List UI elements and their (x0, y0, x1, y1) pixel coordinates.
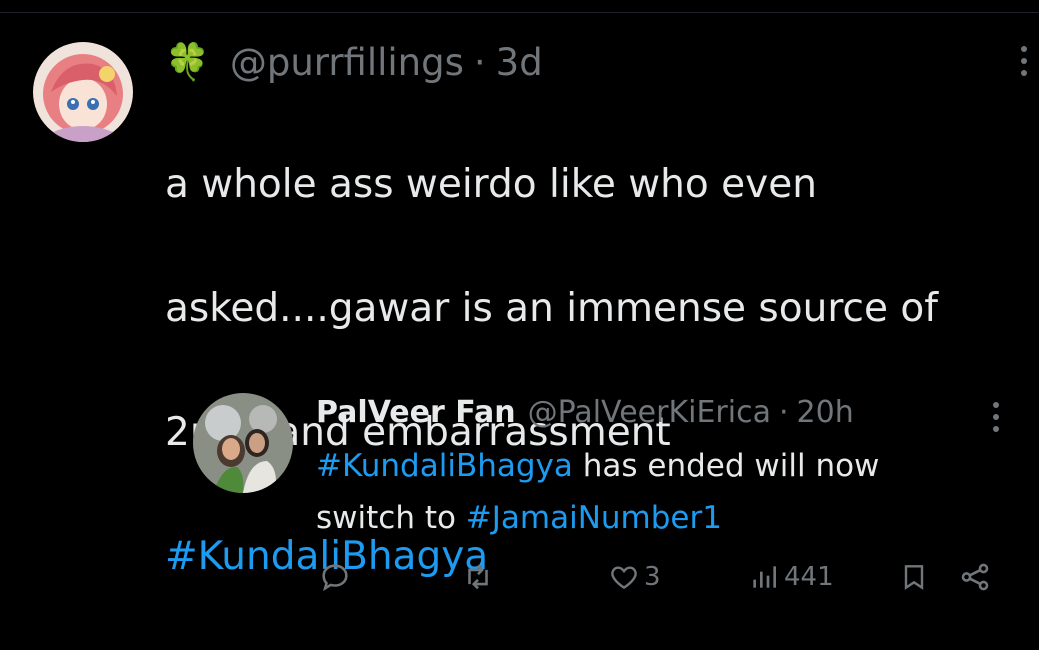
tweet-text-line: a whole ass weirdo like who even (165, 162, 817, 207)
reply-more-options-icon[interactable] (993, 402, 999, 432)
views-button[interactable]: 441 (748, 561, 834, 593)
separator: · (778, 394, 789, 430)
share-button[interactable] (958, 560, 992, 594)
tweet-text-line: asked....gawar is an immense source of (165, 286, 938, 331)
user-handle[interactable]: @purrfillings (230, 41, 464, 84)
bookmark-button[interactable] (898, 560, 930, 594)
action-bar: 3 441 (318, 555, 1008, 599)
top-divider (0, 12, 1039, 13)
timestamp[interactable]: 3d (496, 41, 543, 84)
reply-header: PalVeer Fan @PalVeerKiErica · 20h (316, 390, 854, 434)
reply-icon (322, 564, 348, 592)
views-count: 441 (784, 562, 834, 592)
like-button[interactable]: 3 (608, 561, 661, 593)
clover-emoji: 🍀 (165, 42, 210, 83)
tweet-header: 🍀 @purrfillings · 3d (165, 38, 543, 86)
heart-icon (611, 566, 637, 590)
reply-text-fragment: switch to (316, 500, 466, 536)
reply-text: #KundaliBhagya has ended will now switch… (316, 440, 1006, 544)
like-count: 3 (644, 562, 661, 592)
reply-text-fragment: has ended will now (572, 448, 880, 484)
views-icon (753, 566, 776, 588)
retweet-icon (468, 564, 488, 590)
bookmark-icon (904, 565, 924, 590)
reply-text-line-2: switch to #JamaiNumber1 (316, 492, 1006, 544)
retweet-button[interactable] (460, 560, 496, 594)
hashtag-link[interactable]: #JamaiNumber1 (466, 500, 722, 536)
more-options-icon[interactable] (1021, 46, 1027, 76)
separator: · (473, 40, 486, 84)
reply-button[interactable] (318, 560, 352, 594)
avatar[interactable] (33, 42, 133, 142)
reply-text-line-1: #KundaliBhagya has ended will now (316, 440, 1006, 492)
reply-avatar[interactable] (193, 393, 293, 493)
hashtag-link[interactable]: #KundaliBhagya (316, 448, 573, 484)
share-icon (961, 563, 989, 591)
reply-timestamp[interactable]: 20h (797, 395, 854, 430)
display-name[interactable]: PalVeer Fan (316, 395, 516, 430)
reply-user-handle[interactable]: @PalVeerKiErica (528, 395, 771, 430)
